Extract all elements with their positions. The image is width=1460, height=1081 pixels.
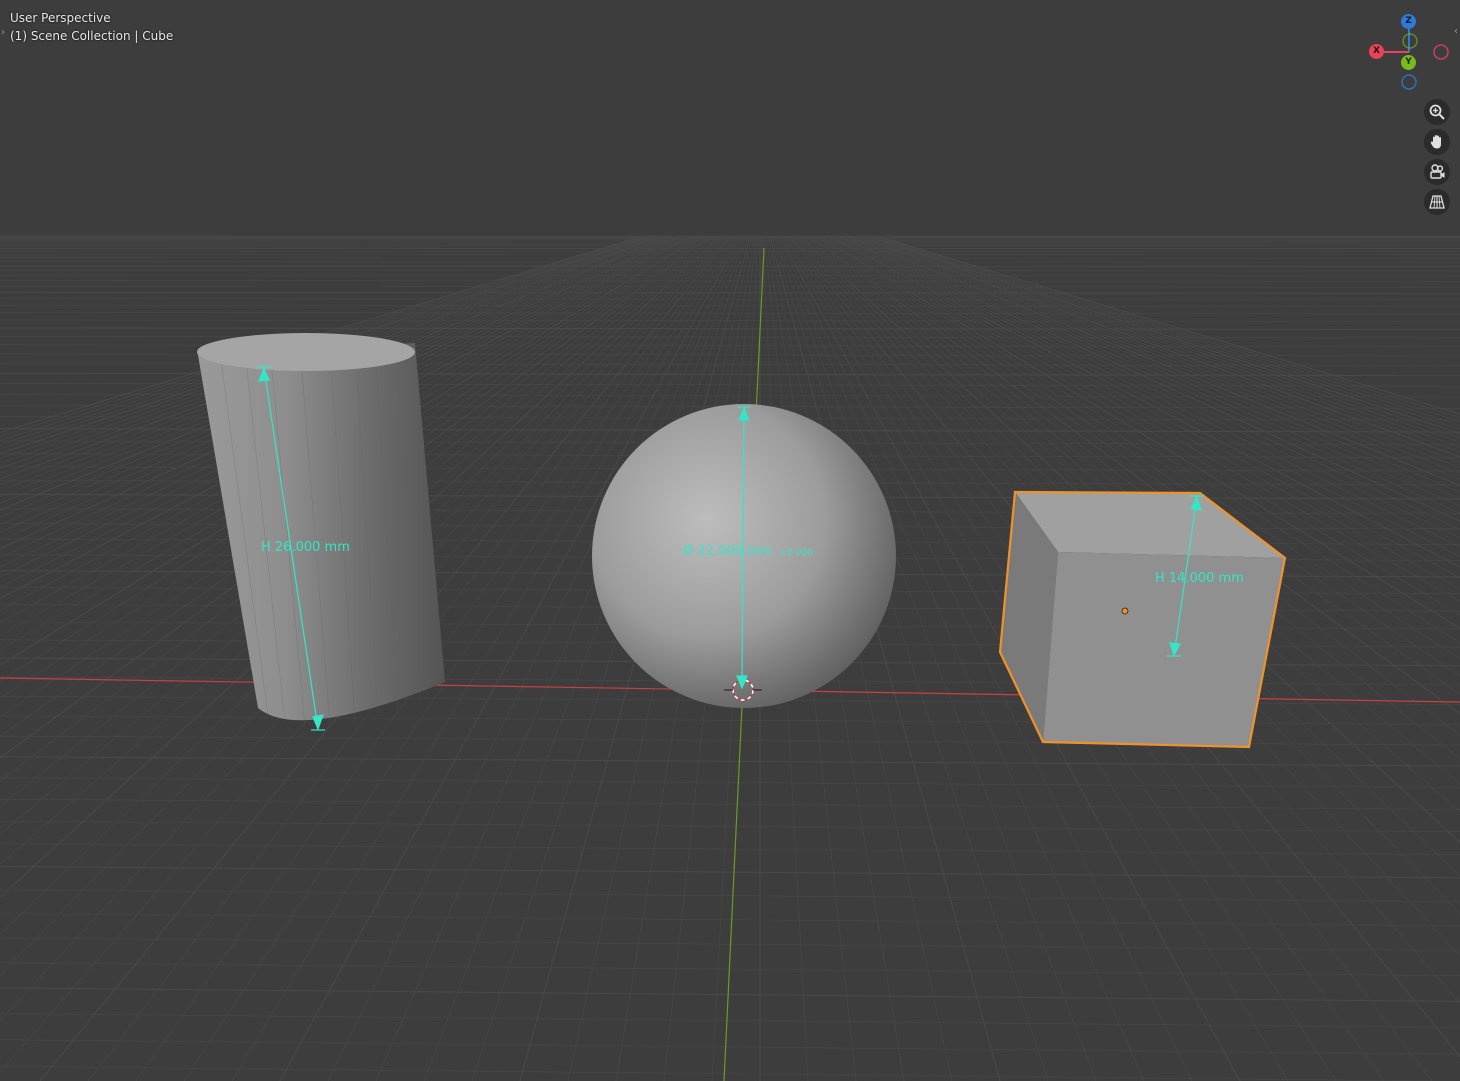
grid-line	[0, 305, 1460, 307]
x-axis-icon[interactable]: X	[1369, 44, 1384, 59]
sphere-tolerance-label: ±0.000	[780, 548, 814, 558]
grid-line	[0, 865, 1460, 879]
z-axis-icon[interactable]: Z	[1401, 14, 1416, 29]
grid-line	[0, 913, 1460, 927]
cube-origin-point	[1121, 607, 1129, 615]
grid-line	[0, 1066, 1460, 1081]
zoom-button[interactable]	[1424, 99, 1450, 125]
scene-info: (1) Scene Collection | Cube	[10, 29, 174, 43]
hand-pan-icon	[1430, 135, 1441, 149]
grid-line	[0, 312, 1460, 315]
cube-object[interactable]	[998, 490, 1287, 749]
grid-line	[0, 270, 1460, 272]
cylinder-object[interactable]	[197, 333, 445, 727]
grid-line	[0, 889, 1460, 902]
grid-line	[0, 280, 1460, 282]
zoom-icon	[1429, 104, 1445, 120]
grid-line	[0, 987, 1460, 1002]
sphere-dimension-label: Ø 22.000 mm	[683, 544, 772, 559]
perspective-grid-icon	[1429, 195, 1445, 209]
grid-line	[0, 265, 1460, 267]
grid-line	[0, 319, 1460, 322]
y-axis-icon[interactable]: Y	[1401, 55, 1416, 70]
grid-line	[0, 777, 1460, 788]
scene-canvas[interactable]: H 26.000 mm Ø 22.000 mm ±0.000 H 14.000 …	[0, 0, 1460, 1081]
sidebar-toggle-chevron-icon[interactable]: ‹	[1454, 26, 1458, 37]
toolbar-toggle-chevron-icon[interactable]: ›	[1, 27, 5, 38]
cube-dimension-label: H 14.000 mm	[1155, 571, 1244, 586]
grid-line	[0, 1039, 1460, 1055]
grid-line	[0, 756, 1460, 767]
pan-button[interactable]	[1424, 129, 1450, 155]
view-name: User Perspective	[10, 11, 111, 25]
grid-line	[0, 798, 1460, 810]
grid-line	[0, 327, 1460, 331]
grid-line	[0, 275, 1460, 277]
cylinder-dimension-label: H 26.000 mm	[261, 540, 350, 555]
grid-line	[0, 298, 1460, 301]
camera-icon	[1430, 164, 1445, 179]
3d-viewport[interactable]: H 26.000 mm Ø 22.000 mm ±0.000 H 14.000 …	[0, 0, 1460, 1081]
perspective-toggle-button[interactable]	[1424, 189, 1450, 215]
grid-line	[0, 1013, 1460, 1028]
grid-line	[0, 285, 1460, 288]
camera-view-button[interactable]	[1424, 159, 1450, 185]
grid-line	[0, 843, 1460, 855]
